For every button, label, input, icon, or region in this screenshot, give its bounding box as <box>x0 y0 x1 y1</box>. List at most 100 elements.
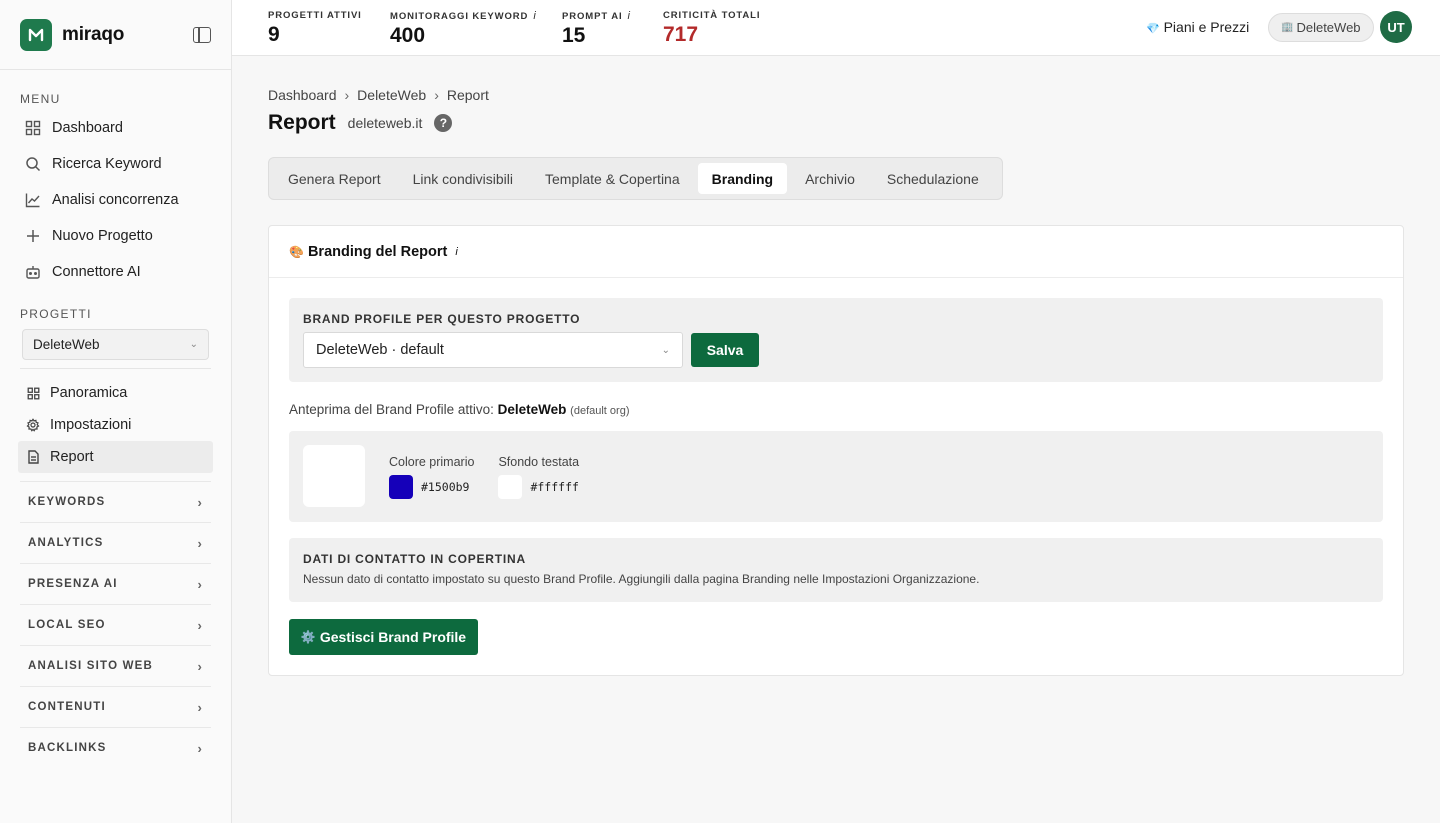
stat-label: CRITICITÀ TOTALI <box>663 10 761 21</box>
breadcrumb-item[interactable]: DeleteWeb <box>357 87 426 103</box>
sidebar-group-backlinks[interactable]: BACKLINKS › <box>20 727 211 768</box>
group-label: LOCAL SEO <box>28 619 106 631</box>
sidebar-item-label: Report <box>50 449 94 465</box>
sidebar-toggle-icon[interactable] <box>193 26 211 43</box>
chevron-down-icon: ⌄ <box>189 339 198 350</box>
preview-brand-name: DeleteWeb <box>497 402 567 417</box>
sidebar-item-impostazioni[interactable]: Impostazioni <box>18 409 213 441</box>
stat-prompt-ai: PROMPT AI i 15 <box>562 10 631 48</box>
chevron-right-icon: › <box>197 576 203 592</box>
plans-link[interactable]: 💎 Piani e Prezzi <box>1146 19 1249 35</box>
page-title: Report <box>268 111 336 134</box>
nav-item-label: Connettore AI <box>52 264 141 280</box>
nav-item-label: Dashboard <box>52 120 123 136</box>
tab-bar: Genera Report Link condivisibili Templat… <box>268 157 1003 200</box>
breadcrumb-separator-icon: › <box>344 87 350 103</box>
info-icon[interactable]: i <box>455 246 457 258</box>
top-bar: PROGETTI ATTIVI 9 MONITORAGGI KEYWORD i 4… <box>232 0 1440 56</box>
org-switcher[interactable]: 🏢 DeleteWeb <box>1268 13 1374 42</box>
brand-profile-panel: BRAND PROFILE PER QUESTO PROGETTO Delete… <box>289 298 1383 382</box>
stat-monitoraggi-keyword: MONITORAGGI KEYWORD i 400 <box>390 10 537 48</box>
brand-profile-label: BRAND PROFILE PER QUESTO PROGETTO <box>303 312 581 326</box>
breadcrumb: Dashboard › DeleteWeb › Report <box>268 87 1404 103</box>
chevron-right-icon: › <box>197 494 203 510</box>
stat-progetti-attivi: PROGETTI ATTIVI 9 <box>268 10 362 47</box>
grid-icon <box>24 120 41 137</box>
group-label: ANALISI SITO WEB <box>28 660 154 672</box>
chevron-right-icon: › <box>197 658 203 674</box>
nav-item-dashboard[interactable]: Dashboard <box>0 110 231 146</box>
manage-brand-profile-button[interactable]: ⚙️ Gestisci Brand Profile <box>289 619 478 655</box>
nav-item-label: Analisi concorrenza <box>52 192 179 208</box>
sidebar-group-analytics[interactable]: ANALYTICS › <box>20 522 211 563</box>
sidebar-item-label: Panoramica <box>50 385 128 401</box>
page-domain: deleteweb.it <box>347 115 423 131</box>
stat-value: 15 <box>562 24 586 47</box>
menu-label: MENU <box>20 92 61 106</box>
contact-panel: DATI DI CONTATTO IN COPERTINA Nessun dat… <box>289 538 1383 602</box>
logo-placeholder <box>303 445 365 507</box>
branding-card: 🎨 Branding del Report i BRAND PROFILE PE… <box>268 225 1404 676</box>
stat-value: 9 <box>268 23 280 46</box>
breadcrumb-item: Report <box>446 87 489 103</box>
brand-profile-select[interactable]: DeleteWeb · default ⌄ <box>303 332 683 368</box>
plans-label: Piani e Prezzi <box>1163 19 1250 35</box>
chart-line-icon <box>24 192 41 209</box>
app-name: miraqo <box>62 23 125 45</box>
grid-icon <box>26 386 40 400</box>
chevron-down-icon: ⌄ <box>661 344 670 356</box>
contact-title: DATI DI CONTATTO IN COPERTINA <box>303 552 526 566</box>
help-icon[interactable]: ? <box>434 114 453 132</box>
sidebar-group-local-seo[interactable]: LOCAL SEO › <box>20 604 211 645</box>
nav-item-connettore-ai[interactable]: Connettore AI <box>0 254 231 290</box>
group-label: PRESENZA AI <box>28 578 118 590</box>
primary-color: Colore primario #1500b9 <box>389 455 474 499</box>
preview-note: (default org) <box>570 405 630 417</box>
nav-item-analisi-concorrenza[interactable]: Analisi concorrenza <box>0 182 231 218</box>
card-header: 🎨 Branding del Report i <box>269 226 1403 278</box>
save-button[interactable]: Salva <box>691 333 759 367</box>
tab-schedulazione[interactable]: Schedulazione <box>873 163 993 194</box>
chevron-right-icon: › <box>197 740 203 756</box>
stat-criticita-totali: CRITICITÀ TOTALI 717 <box>663 10 760 47</box>
tab-link-condivisibili[interactable]: Link condivisibili <box>399 163 527 194</box>
nav-item-nuovo-progetto[interactable]: Nuovo Progetto <box>0 218 231 254</box>
project-select[interactable]: DeleteWeb ⌄ <box>22 329 209 360</box>
sidebar-item-report[interactable]: Report <box>18 441 213 473</box>
tab-branding[interactable]: Branding <box>697 163 788 194</box>
stat-label: PROMPT AI <box>562 11 623 22</box>
tab-archivio[interactable]: Archivio <box>791 163 869 194</box>
info-icon[interactable]: i <box>628 10 631 22</box>
preview-prefix: Anteprima del Brand Profile attivo: <box>289 402 494 417</box>
org-label: DeleteWeb <box>1296 20 1361 35</box>
sidebar-group-analisi-sito-web[interactable]: ANALISI SITO WEB › <box>20 645 211 686</box>
manage-button-label: Gestisci Brand Profile <box>319 629 467 645</box>
primary-color-swatch <box>389 475 413 499</box>
avatar[interactable]: UT <box>1380 11 1412 43</box>
stat-value: 717 <box>663 23 699 46</box>
divider <box>20 368 211 369</box>
nav-item-label: Ricerca Keyword <box>52 156 162 172</box>
chevron-right-icon: › <box>197 699 203 715</box>
sidebar-group-contenuti[interactable]: CONTENUTI › <box>20 686 211 727</box>
tab-template-copertina[interactable]: Template & Copertina <box>531 163 694 194</box>
chevron-right-icon: › <box>197 535 203 551</box>
robot-icon <box>24 264 41 281</box>
header-bg-hex: #ffffff <box>530 480 579 494</box>
stat-label: MONITORAGGI KEYWORD <box>390 11 529 22</box>
building-icon: 🏢 <box>1281 22 1294 33</box>
header-bg-swatch <box>498 475 523 499</box>
logo-icon[interactable] <box>20 18 52 51</box>
sidebar-item-label: Impostazioni <box>50 417 132 433</box>
sidebar-group-presenza-ai[interactable]: PRESENZA AI › <box>20 563 211 604</box>
gear-icon: ⚙️ <box>300 630 316 644</box>
sidebar-group-keywords[interactable]: KEYWORDS › <box>20 481 211 522</box>
nav-item-label: Nuovo Progetto <box>52 228 153 244</box>
tab-genera-report[interactable]: Genera Report <box>274 163 395 194</box>
sidebar-item-panoramica[interactable]: Panoramica <box>18 377 213 409</box>
brand-header: miraqo <box>0 0 231 70</box>
info-icon[interactable]: i <box>533 10 536 22</box>
nav-item-ricerca-keyword[interactable]: Ricerca Keyword <box>0 146 231 182</box>
card-title: Branding del Report <box>307 243 448 260</box>
breadcrumb-item[interactable]: Dashboard <box>268 87 337 103</box>
